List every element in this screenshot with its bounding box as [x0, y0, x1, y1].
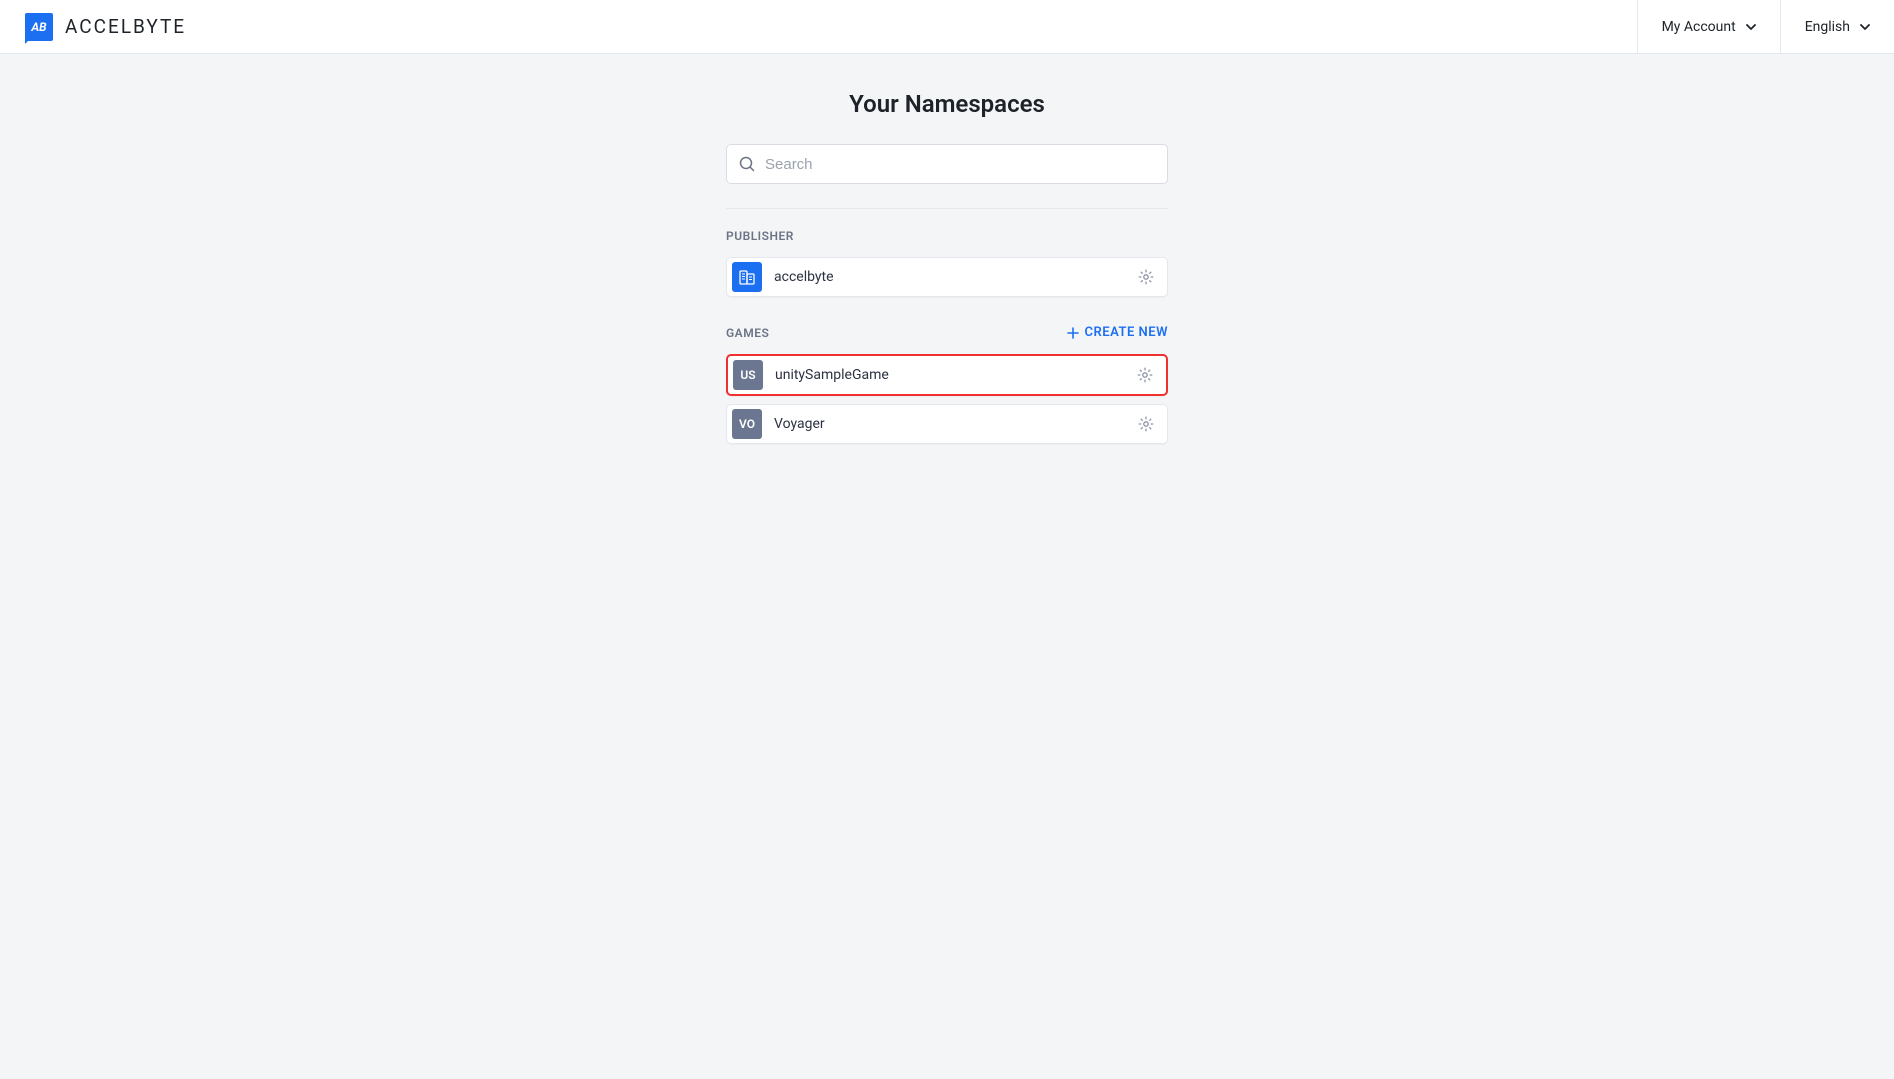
divider	[726, 208, 1168, 209]
main-content: Your Namespaces PUBLISHER	[0, 54, 1894, 472]
publisher-label: PUBLISHER	[726, 229, 794, 243]
game-card[interactable]: VO Voyager	[726, 404, 1168, 444]
plus-icon	[1067, 327, 1079, 339]
games-label: GAMES	[726, 326, 769, 340]
game-abbr: VO	[739, 417, 755, 431]
search-input[interactable]	[765, 156, 1155, 173]
language-label: English	[1805, 19, 1850, 35]
game-abbr: US	[740, 368, 755, 382]
brand-logo-icon: AB	[25, 13, 53, 41]
content-column: PUBLISHER accelbyte	[726, 144, 1168, 472]
brand-name: ACCELBYTE	[65, 15, 186, 38]
publisher-card[interactable]: accelbyte	[726, 257, 1168, 297]
brand-logo[interactable]: AB ACCELBYTE	[25, 13, 186, 41]
brand-logo-ab: AB	[31, 20, 46, 34]
publisher-name: accelbyte	[774, 269, 1125, 285]
page-title: Your Namespaces	[849, 90, 1045, 118]
header-right: My Account English	[1637, 0, 1894, 53]
game-card[interactable]: US unitySampleGame	[726, 354, 1168, 396]
games-section: GAMES CREATE NEW US unitySampleGame	[726, 325, 1168, 444]
game-abbr-icon: VO	[732, 409, 762, 439]
search-icon	[739, 156, 755, 172]
publisher-section: PUBLISHER accelbyte	[726, 229, 1168, 297]
create-new-label: CREATE NEW	[1085, 325, 1168, 340]
top-header: AB ACCELBYTE My Account English	[0, 0, 1894, 54]
chevron-down-icon	[1860, 24, 1870, 30]
my-account-dropdown[interactable]: My Account	[1637, 0, 1780, 53]
game-abbr-icon: US	[733, 360, 763, 390]
building-icon	[738, 268, 756, 286]
my-account-label: My Account	[1662, 19, 1736, 35]
chevron-down-icon	[1746, 24, 1756, 30]
language-dropdown[interactable]: English	[1780, 0, 1894, 53]
section-header-publisher: PUBLISHER	[726, 229, 1168, 243]
section-header-games: GAMES CREATE NEW	[726, 325, 1168, 340]
gear-icon[interactable]	[1137, 268, 1155, 286]
game-name: unitySampleGame	[775, 367, 1124, 383]
gear-icon[interactable]	[1137, 415, 1155, 433]
publisher-icon	[732, 262, 762, 292]
search-box[interactable]	[726, 144, 1168, 184]
gear-icon[interactable]	[1136, 366, 1154, 384]
create-new-button[interactable]: CREATE NEW	[1067, 325, 1168, 340]
game-name: Voyager	[774, 416, 1125, 432]
